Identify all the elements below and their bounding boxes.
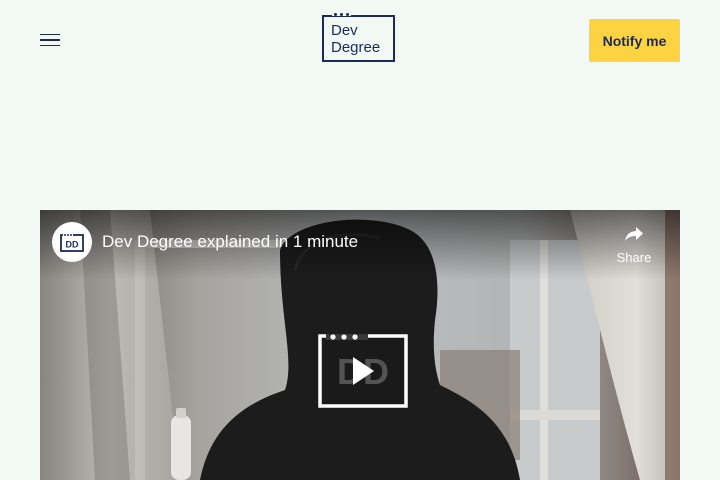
- dd-logo-icon: DD: [60, 233, 84, 252]
- logo-line-2: Degree: [331, 39, 381, 56]
- logo-text: Dev Degree: [331, 22, 380, 56]
- play-icon[interactable]: DD: [318, 334, 408, 408]
- page: Dev Degree Notify me DD Dev Degree expla…: [0, 0, 720, 480]
- notify-me-button[interactable]: Notify me: [589, 19, 680, 62]
- dev-degree-logo[interactable]: Dev Degree: [322, 13, 395, 62]
- share-arrow-icon: [625, 227, 643, 241]
- logo-dots: [332, 13, 351, 16]
- logo-line-1: Dev: [331, 22, 358, 39]
- site-header: Dev Degree Notify me: [0, 0, 720, 82]
- channel-avatar[interactable]: DD: [52, 222, 92, 262]
- channel-avatar-text: DD: [66, 240, 79, 250]
- share-button[interactable]: Share: [608, 222, 660, 272]
- hamburger-menu-icon[interactable]: [36, 28, 64, 52]
- video-title[interactable]: Dev Degree explained in 1 minute: [102, 232, 358, 252]
- video-player[interactable]: DD Dev Degree explained in 1 minute Shar…: [40, 210, 680, 480]
- share-label: Share: [616, 250, 652, 265]
